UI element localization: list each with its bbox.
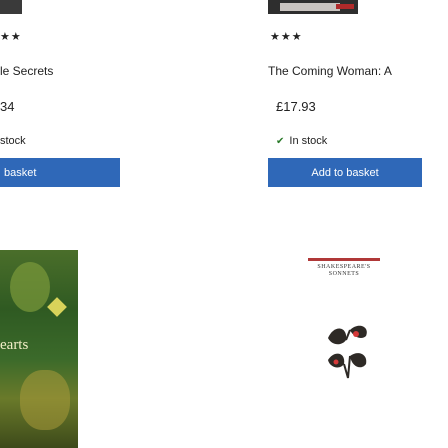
add-to-basket-label: Add to basket [311,166,379,179]
cover-title-text: earts [0,337,29,353]
product-title-link[interactable]: The Coming Woman: A [268,64,392,78]
book-cover-image[interactable]: earts [0,250,78,448]
stock-status-text: stock [0,135,26,147]
star-rating: ★★★ [270,31,303,43]
cover-art-shape [47,297,67,317]
book-cover-image[interactable]: SHAKESPEARE'S SONNETS [268,258,422,448]
product-title-link[interactable]: le Secrets [0,64,53,78]
product-image-top-2[interactable] [268,0,358,14]
star-rating: ★★ [0,31,22,43]
cover-title-text: SHAKESPEARE'S SONNETS [317,264,371,277]
product-card-2: ★★★ The Coming Woman: A £17.93 ✔ In stock… [268,0,428,448]
stock-status: ✔ In stock [276,135,327,147]
cover-art-shape [280,3,340,11]
cover-art-shape [20,370,70,430]
product-price: £17.93 [276,99,316,114]
check-icon: ✔ [276,136,285,147]
add-to-basket-label: basket [4,166,37,179]
stock-status: stock [0,135,26,147]
product-price: 34 [0,99,15,114]
cover-illustration [328,325,367,379]
product-card-1: ★★ le Secrets 34 stock basket earts [0,0,130,448]
cover-art-shape [10,262,50,312]
cover-rule [308,258,380,261]
add-to-basket-button[interactable]: basket [0,158,120,187]
add-to-basket-button[interactable]: Add to basket [268,158,422,187]
product-image-top-1[interactable] [0,0,22,14]
cover-art-shape [336,4,354,9]
stock-status-text: In stock [289,135,328,147]
